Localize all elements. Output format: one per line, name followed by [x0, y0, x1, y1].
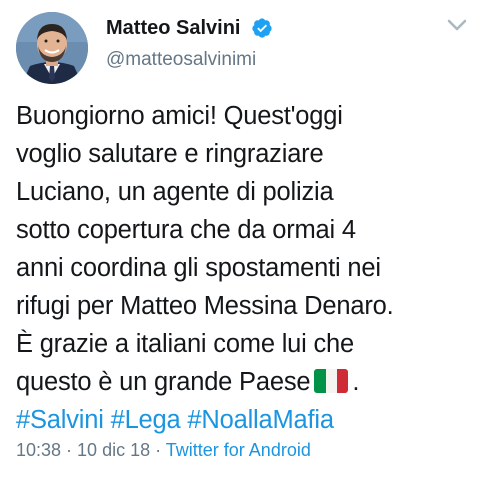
tweet-line-with-flag: questo è un grande Paese. [16, 363, 476, 401]
hashtag-link[interactable]: #Salvini [16, 406, 104, 434]
chevron-down-icon[interactable] [446, 18, 468, 32]
avatar-image [16, 12, 88, 84]
tweet-line: rifugi per Matteo Messina Denaro. [16, 292, 394, 320]
tweet-card: Matteo Salvini @matteosalvinimi Buongior… [0, 0, 482, 480]
tweet-line: anni coordina gli spostamenti nei [16, 254, 381, 282]
tweet-line: sotto copertura che da ormai 4 [16, 216, 356, 244]
tweet-text: Buongiorno amici! Quest'oggi voglio salu… [16, 97, 476, 439]
tweet-source-link[interactable]: Twitter for Android [166, 440, 311, 460]
hashtag-list: #Salvini #Lega #NoallaMafia [16, 401, 476, 439]
user-handle[interactable]: @matteosalvinimi [106, 49, 256, 71]
tweet-line: voglio salutare e ringraziare [16, 140, 324, 168]
meta-separator: · [150, 440, 166, 460]
hashtag-link[interactable]: #Lega [111, 406, 181, 434]
tweet-line: Luciano, un agente di polizia [16, 178, 334, 206]
tweet-line: È grazie a italiani come lui che [16, 330, 355, 358]
tweet-line: questo è un grande Paese [16, 368, 311, 396]
tweet-time[interactable]: 10:38 [16, 440, 61, 460]
meta-separator: · [61, 440, 78, 460]
verified-badge-icon [252, 18, 272, 38]
display-name[interactable]: Matteo Salvini [106, 17, 240, 40]
tweet-date[interactable]: 10 dic 18 [77, 440, 150, 460]
tweet-meta: 10:38 · 10 dic 18 · Twitter for Android [16, 440, 311, 461]
tweet-line-end: . [352, 368, 360, 396]
user-avatar[interactable] [16, 12, 88, 84]
tweet-line: Buongiorno amici! Quest'oggi [16, 102, 343, 130]
italy-flag-icon [314, 369, 349, 393]
hashtag-link[interactable]: #NoallaMafia [187, 406, 334, 434]
